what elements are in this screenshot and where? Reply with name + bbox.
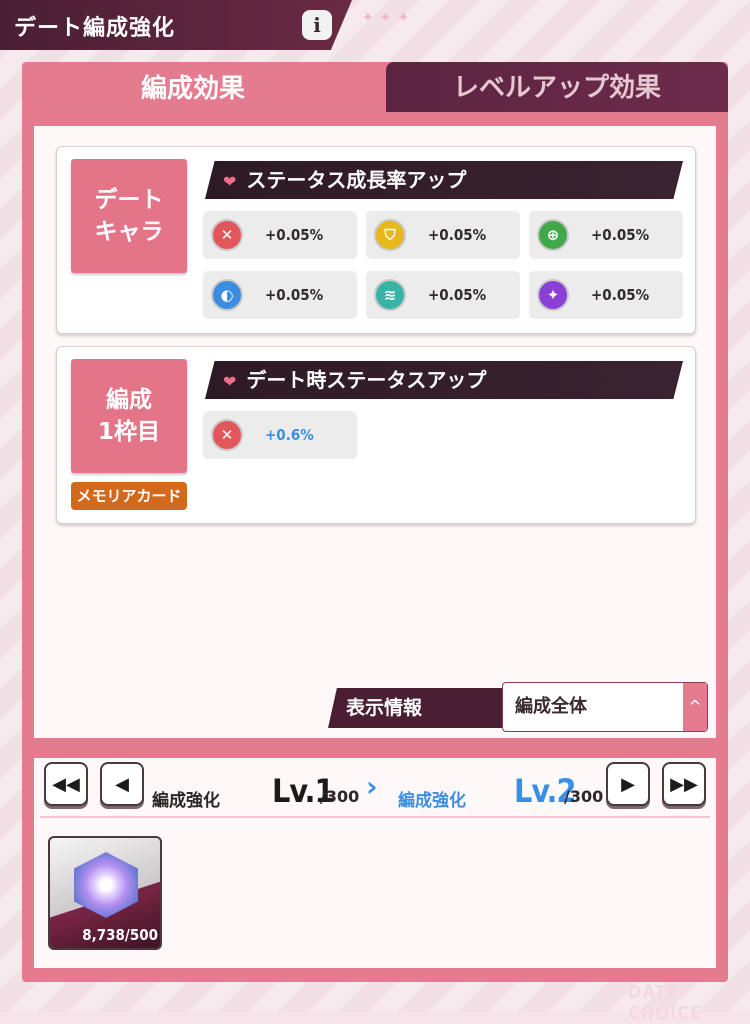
stat-value: +0.6% xyxy=(265,426,314,444)
memoria-card-badge: メモリアカード xyxy=(71,482,187,510)
prev-level-button[interactable]: ◀ xyxy=(100,762,144,806)
right-arrow-icon: ▶ xyxy=(621,773,635,795)
section-title: ステータス成長率アップ xyxy=(246,168,467,192)
attack-sword-icon: ✕ xyxy=(211,419,243,451)
stat-item: ✦ +0.05% xyxy=(529,271,683,319)
chevron-right-icon: › xyxy=(366,770,378,803)
stat-item: ✕ +0.6% xyxy=(203,411,357,459)
material-item[interactable]: 8,738/500 xyxy=(48,836,162,950)
tab-formation-effect[interactable]: 編成効果 xyxy=(22,62,364,116)
speed-wing-icon: ≋ xyxy=(374,279,406,311)
stat-value: +0.05% xyxy=(265,286,324,304)
item-count: 8,738/500 xyxy=(82,926,158,944)
target-label: 編成 1枠目 xyxy=(71,359,187,473)
last-level-button[interactable]: ▶▶ xyxy=(662,762,706,806)
tab-levelup-effect[interactable]: レベルアップ効果 xyxy=(386,62,728,112)
attack-sword-icon: ✕ xyxy=(211,219,243,251)
target-label-line1: 編成 xyxy=(106,387,152,413)
chevron-up-icon: ^ xyxy=(683,683,707,731)
accuracy-target-icon: ⊕ xyxy=(537,219,569,251)
stat-value: +0.05% xyxy=(265,226,324,244)
heart-icon: ❤ xyxy=(223,372,237,391)
next-level-max: /300 xyxy=(564,787,604,806)
stat-item: ✕ +0.05% xyxy=(203,211,357,259)
section-title-bar: ❤ デート時ステータスアップ xyxy=(205,361,683,399)
divider xyxy=(40,816,710,818)
target-label-line2: キャラ xyxy=(94,219,164,245)
stat-value: +0.05% xyxy=(428,226,487,244)
stat-item: ≋ +0.05% xyxy=(366,271,520,319)
page-title: デート編成強化 xyxy=(14,16,176,41)
double-right-arrow-icon: ▶▶ xyxy=(670,773,698,795)
first-level-button[interactable]: ◀◀ xyxy=(44,762,88,806)
effect-card-formation-slot: 編成 1枠目 メモリアカード ❤ デート時ステータスアップ ✕ +0.6% xyxy=(56,346,696,524)
info-icon[interactable]: i xyxy=(302,10,332,40)
target-label: デート キャラ xyxy=(71,159,187,273)
current-level-max: /300 xyxy=(320,787,360,806)
current-level-label: 編成強化 xyxy=(152,791,220,811)
stat-value: +0.05% xyxy=(591,226,650,244)
stat-item: ⊕ +0.05% xyxy=(529,211,683,259)
stat-value: +0.05% xyxy=(591,286,650,304)
display-info-dropdown[interactable]: 編成全体 ^ xyxy=(502,682,708,732)
next-level-button[interactable]: ▶ xyxy=(606,762,650,806)
left-arrow-icon: ◀ xyxy=(115,773,129,795)
section-title: デート時ステータスアップ xyxy=(246,368,487,392)
sparkle-decoration-icon: ✦✦✦ xyxy=(362,10,416,26)
next-level-label: 編成強化 xyxy=(398,791,466,811)
double-left-arrow-icon: ◀◀ xyxy=(52,773,80,795)
display-info-label: 表示情報 xyxy=(328,688,506,728)
target-label-line1: デート xyxy=(94,187,164,213)
stat-value: +0.05% xyxy=(428,286,487,304)
display-info-selected: 編成全体 xyxy=(515,696,587,717)
heart-icon: ❤ xyxy=(223,172,237,191)
stat-item: ◐ +0.05% xyxy=(203,271,357,319)
evasion-moon-icon: ◐ xyxy=(211,279,243,311)
target-label-line2: 1枠目 xyxy=(97,419,160,445)
section-title-bar: ❤ ステータス成長率アップ xyxy=(205,161,683,199)
critical-sparkle-icon: ✦ xyxy=(537,279,569,311)
defense-shield-icon: ⛉ xyxy=(374,219,406,251)
effect-card-date-character: デート キャラ ❤ ステータス成長率アップ ✕ +0.05% ⛉ +0.05% ⊕… xyxy=(56,146,696,334)
watermark-logo: DATE CHOICE xyxy=(628,982,703,1024)
stat-item: ⛉ +0.05% xyxy=(366,211,520,259)
